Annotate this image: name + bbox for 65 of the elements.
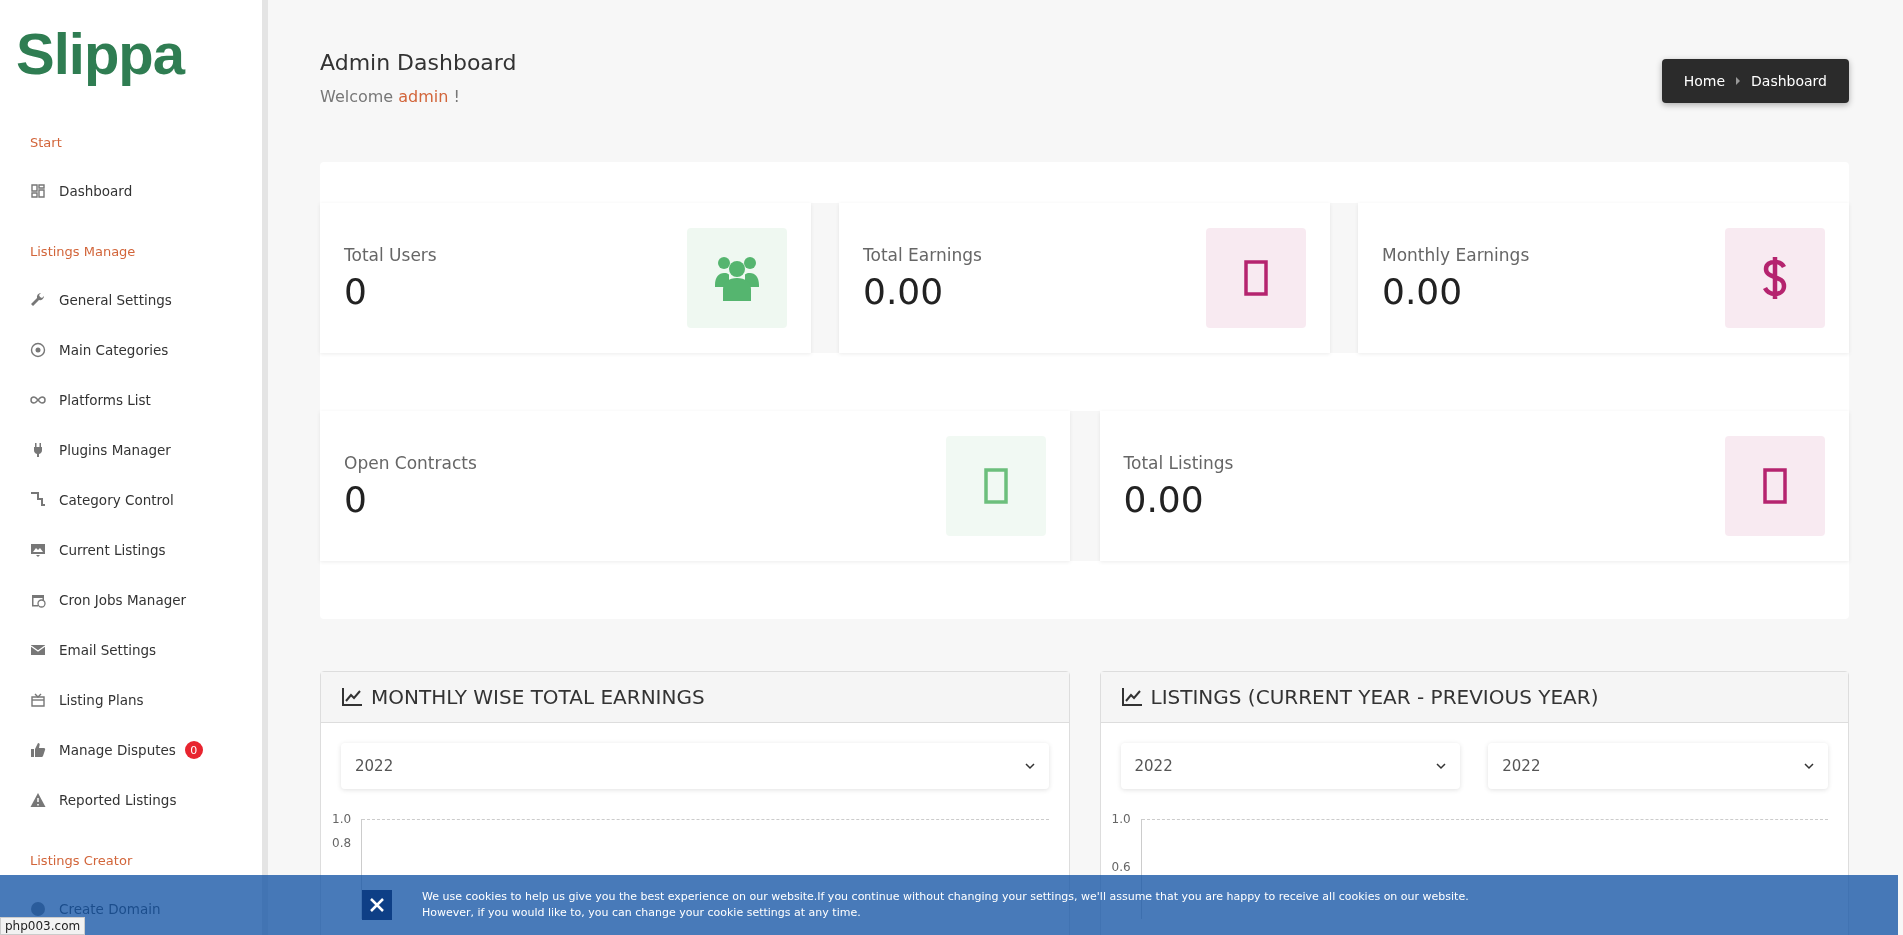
- breadcrumb-link[interactable]: Dashboard: [1751, 73, 1827, 89]
- username-link[interactable]: admin: [398, 87, 449, 106]
- line-chart-icon: [341, 687, 363, 707]
- stat-value: 0.00: [1382, 270, 1464, 312]
- caret-icon: [1735, 77, 1742, 85]
- chevron-down-icon: [1436, 762, 1447, 770]
- status-url-tooltip: php003.com: [0, 917, 86, 935]
- sidebar-item[interactable]: Plugins Manager: [0, 425, 262, 475]
- thumbs-up-icon: [30, 742, 46, 758]
- sidebar-item[interactable]: Reported Listings: [0, 775, 262, 825]
- axis-tick-label: 1.0: [1111, 812, 1131, 826]
- sidebar-item[interactable]: Dashboard: [0, 166, 262, 216]
- sidebar-item[interactable]: Category Control: [0, 475, 262, 525]
- chevron-down-icon: [1804, 762, 1814, 770]
- sidebar-item[interactable]: Platforms List: [0, 375, 262, 425]
- stat-value: 0.00: [863, 270, 945, 312]
- line-chart-icon: [1120, 687, 1143, 707]
- stat-label: Total Users: [344, 244, 437, 265]
- axis-tick-label: 0.8: [332, 836, 352, 850]
- dashboard-icon: [30, 183, 46, 199]
- stat-label: Total Listings: [1123, 452, 1234, 473]
- welcome-text: Welcome admin !: [320, 87, 461, 106]
- sidebar-item[interactable]: Current Listings: [0, 525, 262, 575]
- missing-glyph-icon: [983, 468, 1008, 504]
- missing-glyph-icon: [1763, 468, 1787, 504]
- axis-tick-label: 1.0: [332, 812, 352, 826]
- stat-label: Open Contracts: [344, 452, 477, 473]
- stat-label: Total Earnings: [863, 244, 982, 265]
- close-button[interactable]: [362, 890, 392, 920]
- chart-title: MONTHLY WISE TOTAL EARNINGS: [371, 685, 705, 709]
- sidebar-item[interactable]: Main Categories: [0, 325, 262, 375]
- year-select[interactable]: 2022: [1488, 743, 1828, 789]
- brand-logo[interactable]: Slippa: [0, 20, 262, 87]
- sidebar-item[interactable]: Manage Disputes 0: [0, 725, 262, 775]
- page-title: Admin Dashboard: [320, 50, 517, 75]
- sidebar-item[interactable]: General Settings: [0, 275, 262, 325]
- sidebar-item[interactable]: Cron Jobs Manager: [0, 575, 262, 625]
- target-icon: [30, 342, 46, 358]
- year-select[interactable]: 2022: [1120, 743, 1461, 789]
- wrench-icon: [30, 292, 46, 308]
- dollar-icon: [1762, 255, 1788, 301]
- breadcrumb-link[interactable]: Home: [1683, 73, 1726, 89]
- stat-value: 0: [344, 478, 368, 520]
- cookie-message: We use cookies to help us give you the best experience on our website.If you continue without changing your settings, we'll assume that you are happy to receive all cookies on our website. However, if you would like to, you can change your cookie settings at any time.: [422, 889, 1470, 921]
- stat-label: Monthly Earnings: [1382, 244, 1530, 265]
- warning-icon: [30, 792, 46, 808]
- sidebar-section-heading: Listings Creator: [29, 853, 134, 868]
- count-badge: 0: [184, 741, 203, 759]
- chart-title: LISTINGS (CURRENT YEAR - PREVIOUS YEAR): [1150, 685, 1599, 709]
- close-icon: [369, 897, 385, 913]
- chevron-down-icon: [1024, 762, 1035, 770]
- steps-icon: [30, 492, 46, 508]
- calendar-icon: [30, 592, 46, 608]
- stat-value: 0.00: [1123, 478, 1205, 520]
- sidebar-item[interactable]: Listing Plans: [0, 675, 262, 725]
- year-select[interactable]: 2022: [341, 743, 1049, 789]
- sidebar-item[interactable]: Email Settings: [0, 625, 262, 675]
- sidebar-section-heading: Listings Manage: [29, 244, 137, 259]
- missing-glyph-icon: [1244, 260, 1268, 296]
- sidebar-section-heading: Start: [29, 135, 63, 150]
- axis-tick-label: 0.6: [1111, 860, 1131, 874]
- stat-value: 0: [344, 270, 368, 312]
- monitor-icon: [30, 542, 46, 558]
- mail-icon: [30, 642, 46, 658]
- gift-icon: [30, 692, 46, 708]
